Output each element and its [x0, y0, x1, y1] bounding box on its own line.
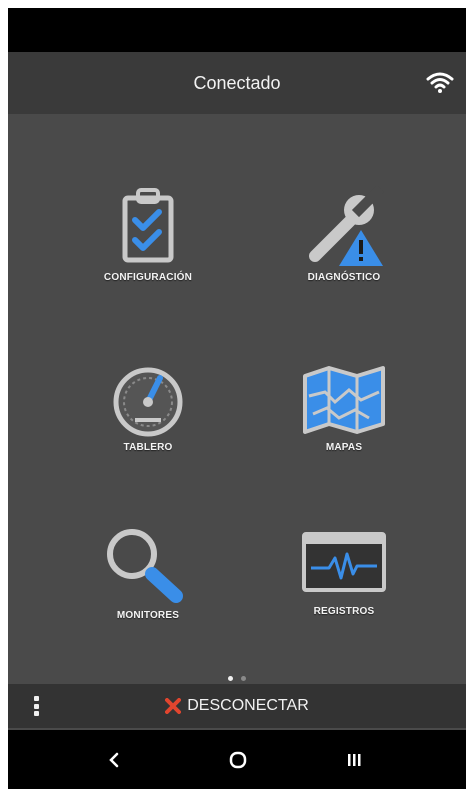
- kebab-menu-icon[interactable]: [34, 696, 40, 716]
- recents-icon: [348, 754, 361, 766]
- wrench-warning-icon: [309, 186, 385, 266]
- tile-diagnostico[interactable]: DIAGNÓSTICO: [244, 186, 444, 336]
- tile-monitores[interactable]: MONITORES: [48, 526, 248, 676]
- waveform-monitor-icon: [302, 532, 386, 592]
- x-icon: [165, 698, 182, 714]
- tile-configuracion[interactable]: CONFIGURACIÓN: [48, 186, 248, 336]
- bottom-action-bar: DESCONECTAR: [8, 684, 466, 728]
- home-button[interactable]: [218, 746, 258, 774]
- tile-label: TABLERO: [123, 442, 173, 453]
- back-icon: [109, 752, 119, 768]
- wifi-icon: [426, 72, 454, 93]
- tile-label: DIAGNÓSTICO: [307, 272, 381, 283]
- disconnect-button[interactable]: DESCONECTAR: [165, 697, 309, 715]
- tile-label: CONFIGURACIÓN: [103, 272, 193, 283]
- tile-label: MAPAS: [325, 442, 363, 453]
- gauge-icon: [113, 367, 183, 437]
- map-icon: [303, 366, 385, 434]
- tile-label: REGISTROS: [313, 606, 375, 617]
- system-navbar: [8, 730, 466, 789]
- page-dot-active: [227, 676, 233, 681]
- clipboard-check-icon: [122, 188, 174, 263]
- home-icon: [229, 751, 247, 769]
- magnifier-icon: [107, 529, 183, 603]
- app-screen: Conectado CONFIGURACIÓN DIAGNÓSTICO TABL…: [8, 8, 466, 789]
- tile-registros[interactable]: REGISTROS: [244, 526, 444, 676]
- disconnect-label: DESCONECTAR: [187, 697, 309, 714]
- status-bar: [8, 8, 466, 52]
- recents-button[interactable]: [334, 746, 374, 774]
- menu-grid: CONFIGURACIÓN DIAGNÓSTICO TABLERO MAPAS …: [8, 114, 466, 654]
- tile-mapas[interactable]: MAPAS: [244, 362, 444, 512]
- header-bar: Conectado: [8, 52, 466, 114]
- back-button[interactable]: [94, 746, 134, 774]
- page-dot: [241, 676, 247, 681]
- connection-status-title: Conectado: [193, 72, 281, 93]
- tile-tablero[interactable]: TABLERO: [48, 362, 248, 512]
- tile-label: MONITORES: [116, 610, 180, 621]
